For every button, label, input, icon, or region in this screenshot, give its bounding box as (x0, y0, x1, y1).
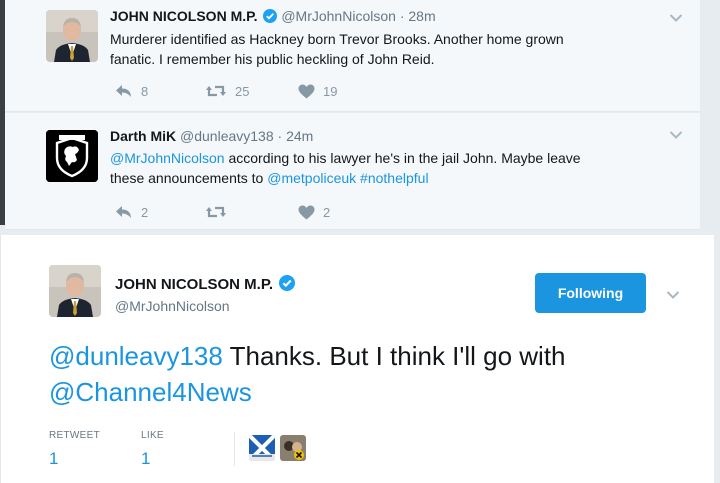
portrait-photo-icon (49, 265, 101, 317)
verified-badge-icon (279, 275, 296, 295)
like-stat[interactable]: LIKE 1 (141, 430, 233, 472)
author-name[interactable]: JOHN NICOLSON M.P. (115, 275, 296, 295)
tweet-text: @MrJohnNicolson according to his lawyer … (110, 148, 670, 188)
like-stat-value: 1 (141, 449, 151, 468)
retweet-icon (206, 206, 226, 218)
retweet-stat-label: RETWEET (49, 430, 100, 441)
stats-divider (234, 432, 235, 466)
more-options-button[interactable] (669, 128, 683, 142)
saltire-flag-icon (249, 435, 275, 461)
reply-icon (116, 206, 131, 218)
conversation-tweet-2[interactable]: Darth MiK @dunleavy138 · 24m @MrJohnNico… (5, 113, 700, 230)
reply-count: 8 (141, 83, 149, 99)
tweet-actions: 2 2 (115, 202, 330, 222)
author-handle[interactable]: @MrJohnNicolson (115, 298, 230, 314)
portrait-photo-icon (46, 10, 98, 62)
tweet-text-segment: according to his lawyer he's in the jail… (224, 150, 581, 166)
tweet-text-segment: Thanks. But I think I'll go with (222, 341, 566, 371)
reply-button[interactable]: 8 (115, 83, 205, 99)
heart-icon (298, 84, 315, 98)
mention-link[interactable]: @metpoliceuk (267, 170, 356, 186)
retweet-stat[interactable]: RETWEET 1 (49, 430, 141, 472)
like-button[interactable]: 19 (298, 84, 337, 99)
author-name[interactable]: JOHN NICOLSON M.P. (110, 8, 258, 24)
chevron-down-icon (666, 291, 680, 299)
separator-dot: · (399, 8, 405, 24)
author-handle[interactable]: @MrJohnNicolson (281, 8, 396, 24)
tweet-text-line: Murderer identified as Hackney born Trev… (110, 31, 564, 47)
liker-avatar[interactable] (280, 435, 306, 461)
like-stat-label: LIKE (141, 430, 164, 441)
tweet-text: @dunleavy138 Thanks. But I think I'll go… (49, 338, 689, 410)
author-handle[interactable]: @dunleavy138 (180, 128, 274, 144)
tweet-text-line: these announcements to @metpoliceuk #not… (110, 168, 670, 188)
like-count: 19 (323, 83, 338, 99)
hashtag-link[interactable]: #nothelpful (360, 170, 429, 186)
reply-icon (116, 85, 131, 97)
tweet-text-line: @Channel4News (49, 374, 689, 410)
likers-avatars (249, 435, 306, 461)
tweet-actions: 8 25 19 (115, 81, 337, 101)
verified-badge-icon (263, 9, 278, 26)
lion-crest-badge-icon (46, 130, 98, 182)
author-name-text: JOHN NICOLSON M.P. (115, 276, 274, 293)
tweet-header: JOHN NICOLSON M.P. @MrJohnNicolson · 28m (110, 8, 436, 26)
retweet-button[interactable]: 25 (205, 83, 298, 99)
tweet-text-segment: these announcements to (110, 170, 268, 186)
avatar[interactable] (46, 130, 98, 182)
heart-icon (298, 205, 315, 219)
portrait-avatar-icon (280, 435, 306, 461)
reply-button[interactable]: 2 (115, 204, 205, 220)
tweet-text-line: @MrJohnNicolson according to his lawyer … (110, 148, 670, 168)
retweet-count: 25 (235, 83, 250, 99)
author-name[interactable]: Darth MiK (110, 128, 176, 144)
reply-count: 2 (141, 204, 149, 220)
tweet-header: Darth MiK @dunleavy138 · 24m (110, 128, 313, 144)
avatar[interactable] (46, 10, 98, 62)
following-button[interactable]: Following (535, 273, 646, 313)
retweet-stat-value: 1 (49, 449, 59, 468)
avatar[interactable] (49, 265, 101, 317)
like-count: 2 (323, 204, 331, 220)
mention-link[interactable]: @dunleavy138 (49, 341, 223, 371)
chevron-down-icon (669, 131, 683, 139)
mention-link[interactable]: @MrJohnNicolson (110, 150, 225, 166)
tweet-text: Murderer identified as Hackney born Trev… (110, 29, 670, 69)
tweet-timestamp[interactable]: 28m (408, 8, 435, 24)
retweet-icon (206, 85, 226, 97)
tweet-stats: RETWEET 1 LIKE 1 (49, 430, 233, 472)
like-button[interactable]: 2 (298, 205, 330, 220)
more-options-button[interactable] (666, 288, 680, 302)
conversation-tweet-1[interactable]: JOHN NICOLSON M.P. @MrJohnNicolson · 28m… (5, 0, 700, 112)
tweet-text-line: @dunleavy138 Thanks. But I think I'll go… (49, 338, 689, 374)
separator-dot: · (277, 128, 283, 144)
liker-avatar[interactable] (249, 435, 275, 461)
chevron-down-icon (669, 14, 683, 22)
permalink-tweet: JOHN NICOLSON M.P. @MrJohnNicolson Follo… (0, 235, 714, 483)
tweet-text-line: fanatic. I remember his public heckling … (110, 51, 435, 67)
tweet-conversation: JOHN NICOLSON M.P. @MrJohnNicolson · 28m… (0, 0, 720, 483)
tweet-timestamp[interactable]: 24m (286, 128, 313, 144)
retweet-button[interactable] (205, 204, 298, 220)
more-options-button[interactable] (669, 11, 683, 25)
mention-link[interactable]: @Channel4News (49, 377, 252, 407)
